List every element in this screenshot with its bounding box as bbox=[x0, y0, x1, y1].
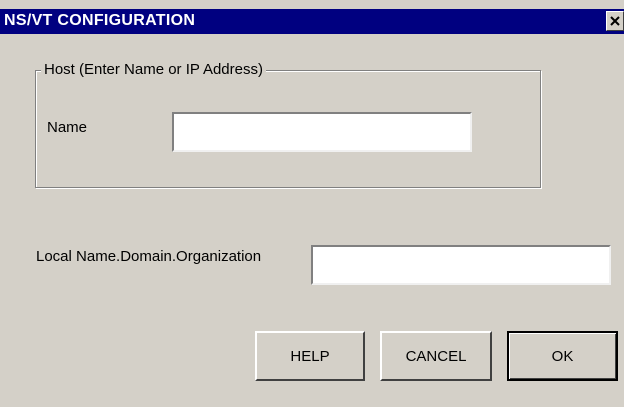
local-name-field[interactable] bbox=[311, 245, 611, 285]
dialog-title: NS/VT CONFIGURATION bbox=[4, 12, 196, 29]
host-group-legend: Host (Enter Name or IP Address) bbox=[41, 61, 266, 78]
dialog-window: NS/VT CONFIGURATION Host (Enter Name or … bbox=[0, 0, 624, 407]
local-name-label: Local Name.Domain.Organization bbox=[36, 248, 262, 265]
title-bar[interactable]: NS/VT CONFIGURATION bbox=[0, 9, 624, 34]
cancel-button[interactable]: CANCEL bbox=[380, 331, 492, 381]
ok-button[interactable]: OK bbox=[507, 331, 618, 381]
name-field[interactable] bbox=[172, 112, 472, 152]
close-x-icon bbox=[610, 16, 620, 26]
help-button[interactable]: HELP bbox=[255, 331, 365, 381]
name-label: Name bbox=[47, 119, 88, 136]
close-button[interactable] bbox=[606, 11, 624, 31]
